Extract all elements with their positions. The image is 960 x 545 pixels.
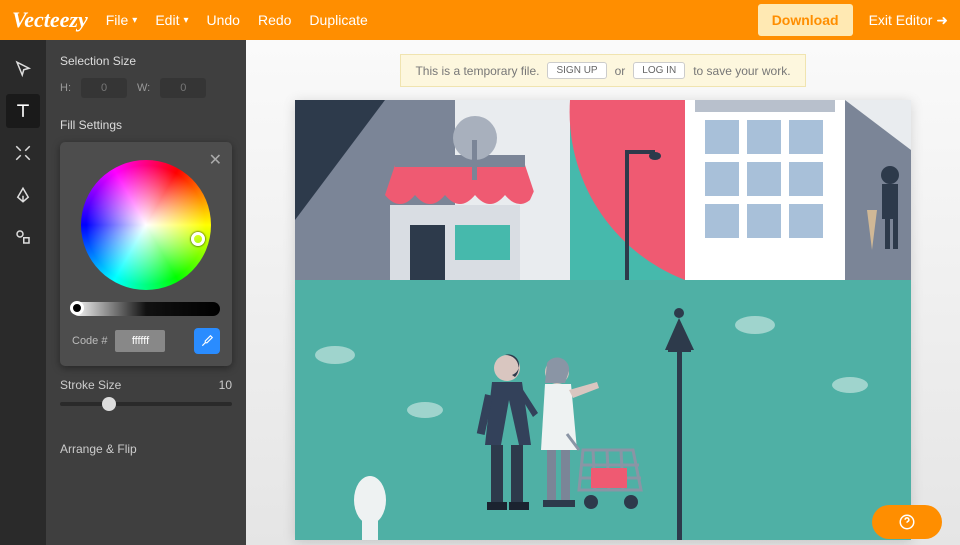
menu-undo[interactable]: Undo bbox=[206, 12, 239, 28]
eyedropper-button[interactable] bbox=[194, 328, 220, 354]
exit-editor-button[interactable]: Exit Editor ➜ bbox=[869, 12, 948, 29]
logo: Vecteezy bbox=[12, 7, 88, 33]
chevron-down-icon: ▾ bbox=[132, 15, 137, 26]
properties-panel: Selection Size H: 0 W: 0 Fill Settings ✕… bbox=[46, 40, 246, 545]
scale-tool[interactable] bbox=[6, 136, 40, 170]
canvas[interactable] bbox=[295, 100, 911, 540]
download-button[interactable]: Download bbox=[758, 4, 853, 36]
selection-size-label: Selection Size bbox=[60, 54, 232, 68]
temp-file-banner: This is a temporary file. SIGN UP or LOG… bbox=[400, 54, 805, 87]
brightness-handle[interactable] bbox=[70, 301, 84, 315]
stroke-size-value: 10 bbox=[219, 378, 232, 392]
top-toolbar: Vecteezy File▾ Edit▾ Undo Redo Duplicate… bbox=[0, 0, 960, 40]
temp-text-1: This is a temporary file. bbox=[415, 64, 539, 78]
or-text: or bbox=[615, 64, 626, 78]
text-tool[interactable] bbox=[6, 94, 40, 128]
stroke-slider-handle[interactable] bbox=[102, 397, 116, 411]
login-button[interactable]: LOG IN bbox=[633, 62, 685, 79]
width-value[interactable]: 0 bbox=[160, 78, 206, 98]
shapes-tool[interactable] bbox=[6, 220, 40, 254]
menu-edit[interactable]: Edit▾ bbox=[155, 12, 188, 28]
height-value[interactable]: 0 bbox=[81, 78, 127, 98]
color-wheel[interactable] bbox=[81, 160, 211, 290]
pen-tool[interactable] bbox=[6, 178, 40, 212]
menu-duplicate[interactable]: Duplicate bbox=[309, 12, 367, 28]
canvas-area: This is a temporary file. SIGN UP or LOG… bbox=[246, 40, 960, 545]
tool-column bbox=[0, 40, 46, 545]
color-code-input[interactable] bbox=[115, 330, 165, 352]
brightness-slider[interactable] bbox=[72, 302, 220, 316]
menu-file[interactable]: File▾ bbox=[106, 12, 138, 28]
stroke-slider[interactable] bbox=[60, 402, 232, 406]
menu-redo[interactable]: Redo bbox=[258, 12, 291, 28]
fill-settings-panel: ✕ Code # bbox=[60, 142, 232, 366]
stroke-size-label: Stroke Size bbox=[60, 378, 121, 392]
main-menu: File▾ Edit▾ Undo Redo Duplicate bbox=[106, 12, 368, 28]
help-button[interactable] bbox=[872, 505, 942, 539]
color-wheel-cursor[interactable] bbox=[191, 232, 205, 246]
temp-text-2: to save your work. bbox=[693, 64, 790, 78]
cursor-tool[interactable] bbox=[6, 52, 40, 86]
color-code-label: Code # bbox=[72, 335, 107, 347]
artwork bbox=[295, 100, 911, 540]
close-icon[interactable]: ✕ bbox=[209, 150, 222, 170]
chevron-down-icon: ▾ bbox=[183, 15, 188, 26]
arrange-flip-label: Arrange & Flip bbox=[60, 442, 232, 456]
height-label: H: bbox=[60, 82, 71, 94]
signup-button[interactable]: SIGN UP bbox=[547, 62, 606, 79]
fill-settings-label: Fill Settings bbox=[60, 118, 232, 132]
width-label: W: bbox=[137, 82, 150, 94]
help-icon bbox=[898, 513, 916, 531]
